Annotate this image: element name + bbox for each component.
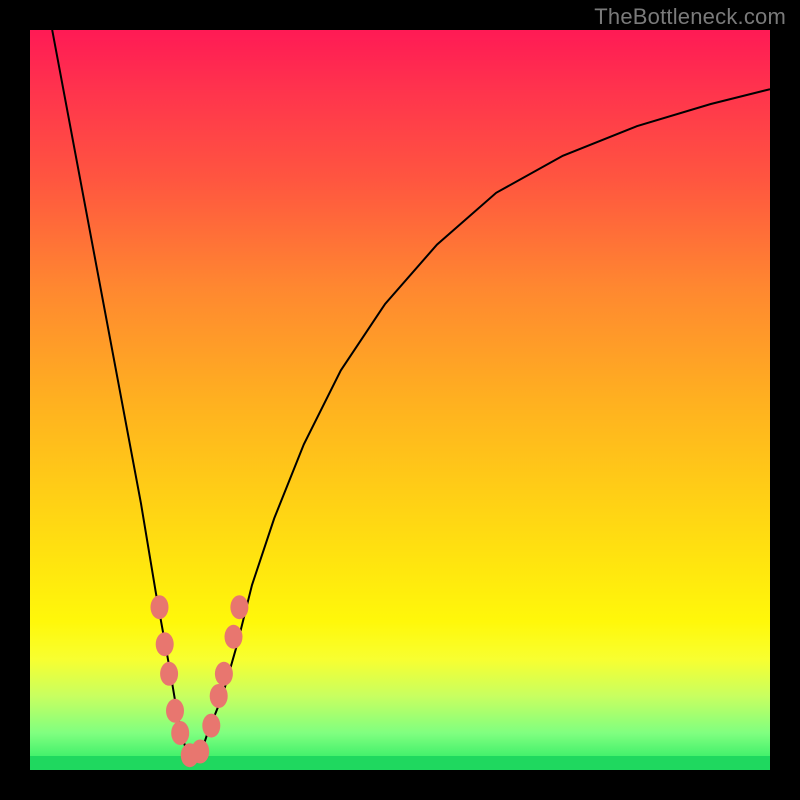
highlight-dot xyxy=(160,662,178,686)
watermark-text: TheBottleneck.com xyxy=(594,4,786,30)
curve-svg xyxy=(30,30,770,770)
chart-frame: TheBottleneck.com xyxy=(0,0,800,800)
highlight-dot xyxy=(202,714,220,738)
highlight-dot xyxy=(230,595,248,619)
highlight-dot xyxy=(215,662,233,686)
highlight-dot xyxy=(156,632,174,656)
highlight-dot xyxy=(151,595,169,619)
highlight-dot xyxy=(171,721,189,745)
highlight-dot xyxy=(225,625,243,649)
highlight-dot xyxy=(166,699,184,723)
highlight-dot xyxy=(210,684,228,708)
plot-area xyxy=(30,30,770,770)
highlight-dots-group xyxy=(151,595,249,767)
highlight-dot xyxy=(191,740,209,764)
